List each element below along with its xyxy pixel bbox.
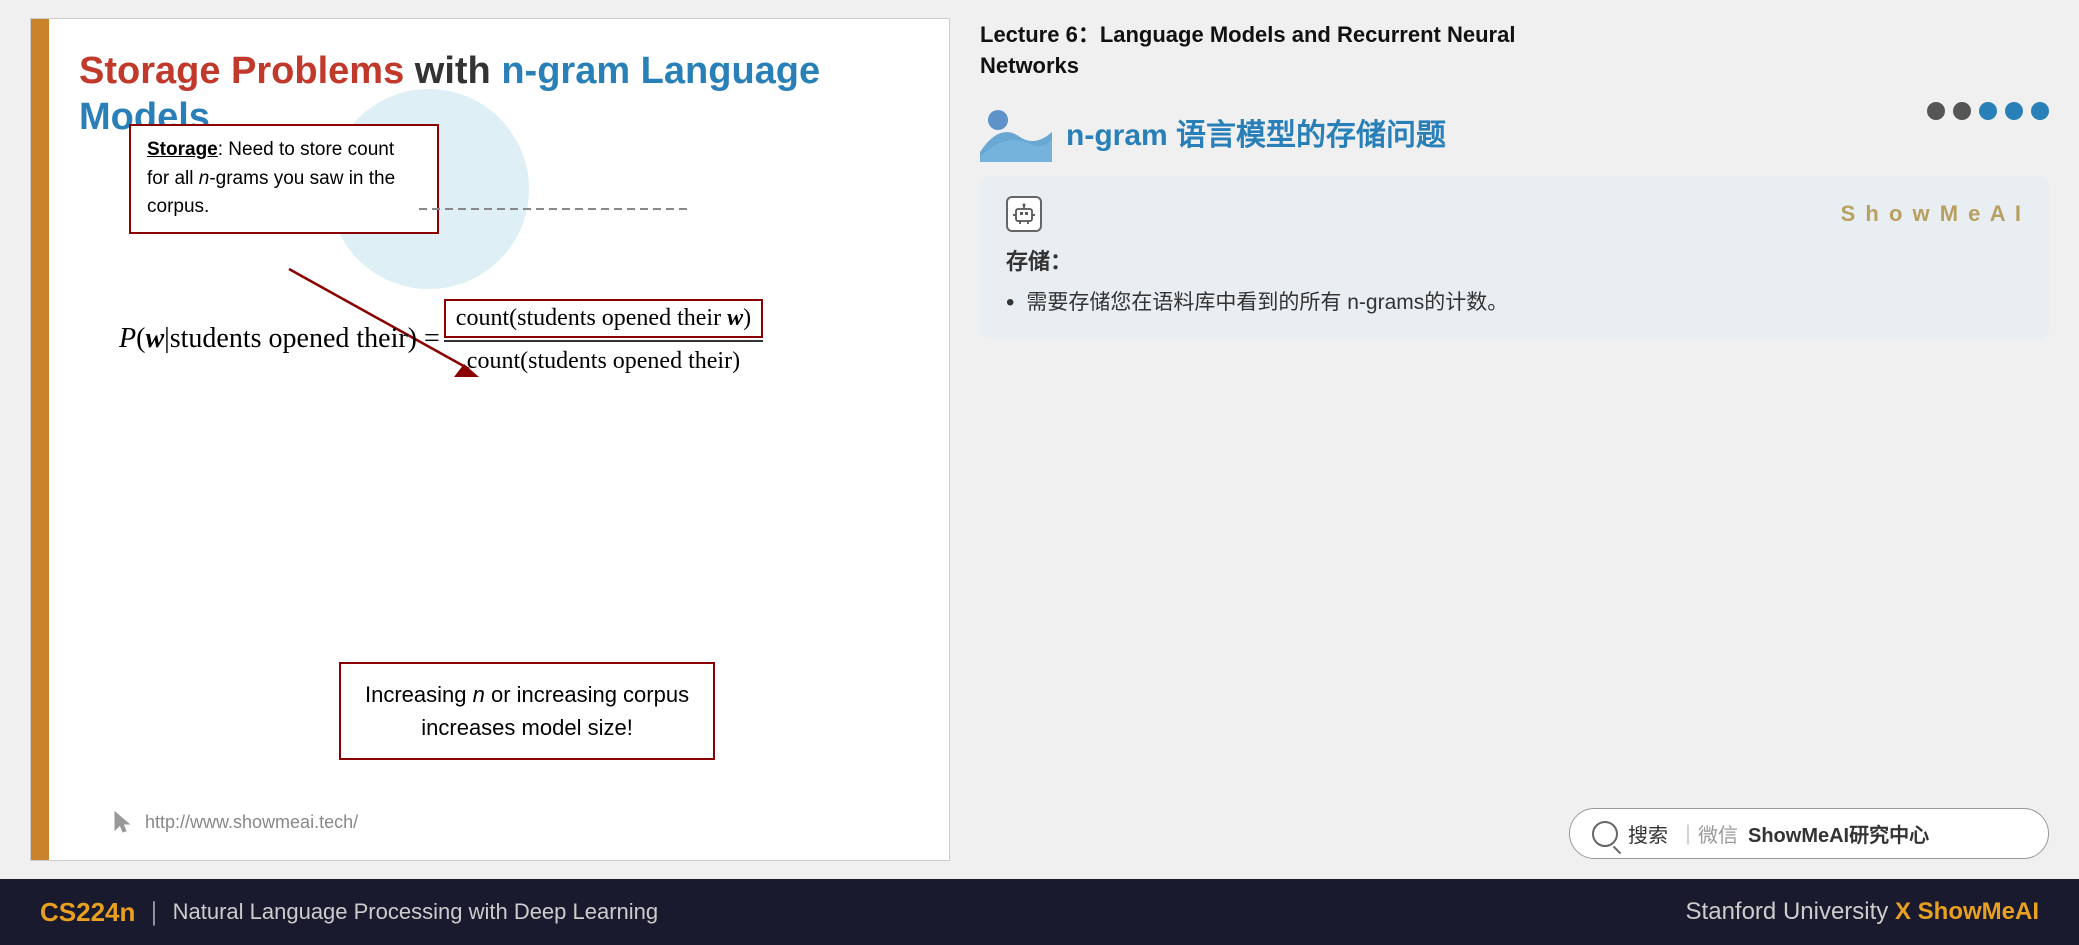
footer-x: X [1895, 898, 1918, 925]
showmeai-card-label: S h o w M e A I [1841, 201, 2023, 227]
storage-label: Storage [147, 139, 218, 160]
ngram-title-text: n-gram 语言模型的存储问题 [1066, 110, 1446, 154]
increasing-line1: Increasing n or increasing corpus [365, 678, 689, 711]
card-storage-title: 存储： [1006, 244, 2023, 276]
increasing-line2: increases model size! [365, 711, 689, 744]
footer-course: Natural Language Processing with Deep Le… [173, 899, 659, 925]
fraction-denominator: count(students opened their) [457, 344, 750, 379]
dot-3 [1979, 102, 1997, 120]
slide-left-border [31, 19, 49, 860]
slide-panel: Storage Problems with n-gram Language Mo… [30, 18, 950, 861]
slide-inner: Storage Problems with n-gram Language Mo… [59, 19, 949, 860]
search-icon [1592, 821, 1618, 847]
search-text: 搜索 [1628, 819, 1668, 848]
title-with: with [404, 50, 501, 92]
fraction-numerator: count(students opened their w) [444, 299, 763, 338]
footer-cs224n: CS224n [40, 897, 135, 928]
cursor-icon [109, 808, 137, 836]
footer-showmeai: ShowMeAI [1918, 898, 2039, 925]
storage-box: Storage: Need to store count for all n-g… [129, 124, 439, 234]
dots-group [1927, 102, 2049, 120]
dot-4 [2005, 102, 2023, 120]
ngram-header: n-gram 语言模型的存储问题 [980, 102, 2049, 162]
dot-5 [2031, 102, 2049, 120]
search-brand: ShowMeAI研究中心 [1748, 819, 1929, 848]
url-text: http://www.showmeai.tech/ [145, 812, 358, 833]
dot-1 [1927, 102, 1945, 120]
card-bullet: • 需要存储您在语料库中看到的所有 n-grams的计数。 [1006, 286, 2023, 320]
right-panel: Lecture 6：Language Models and Recurrent … [950, 0, 2079, 879]
robot-svg [1013, 203, 1035, 225]
slide-url: http://www.showmeai.tech/ [109, 808, 358, 836]
search-bar[interactable]: 搜索 ｜微信 ShowMeAI研究中心 [1569, 808, 2049, 859]
fraction: count(students opened their w) count(stu… [444, 299, 763, 379]
ngram-icon [980, 102, 1052, 162]
formula-lhs: P(w|students opened their) = [119, 323, 440, 355]
footer-separator: | [151, 897, 156, 927]
dot-2 [1953, 102, 1971, 120]
increasing-box: Increasing n or increasing corpus increa… [339, 662, 715, 760]
fraction-bar [444, 340, 763, 342]
footer-stanford: Stanford University [1686, 898, 1889, 925]
search-icon-handle [1613, 845, 1621, 853]
bullet-point: • [1006, 286, 1014, 320]
translation-card: S h o w M e A I 存储： • 需要存储您在语料库中看到的所有 n-… [980, 176, 2049, 340]
search-divider: ｜微信 [1678, 819, 1738, 848]
footer: CS224n | Natural Language Processing wit… [0, 879, 2079, 945]
title-storage: Storage Problems [79, 50, 404, 92]
formula-area: P(w|students opened their) = count(stude… [119, 299, 909, 379]
card-bullet-text: 需要存储您在语料库中看到的所有 n-grams的计数。 [1026, 286, 1508, 320]
robot-icon [1006, 196, 1042, 232]
footer-left: CS224n | Natural Language Processing wit… [40, 897, 658, 928]
storage-italic-n: n [199, 168, 210, 189]
card-header: S h o w M e A I [1006, 196, 2023, 232]
lecture-title: Lecture 6：Language Models and Recurrent … [980, 20, 2049, 82]
formula-line: P(w|students opened their) = count(stude… [119, 299, 909, 379]
footer-right: Stanford University X ShowMeAI [1686, 898, 2039, 926]
